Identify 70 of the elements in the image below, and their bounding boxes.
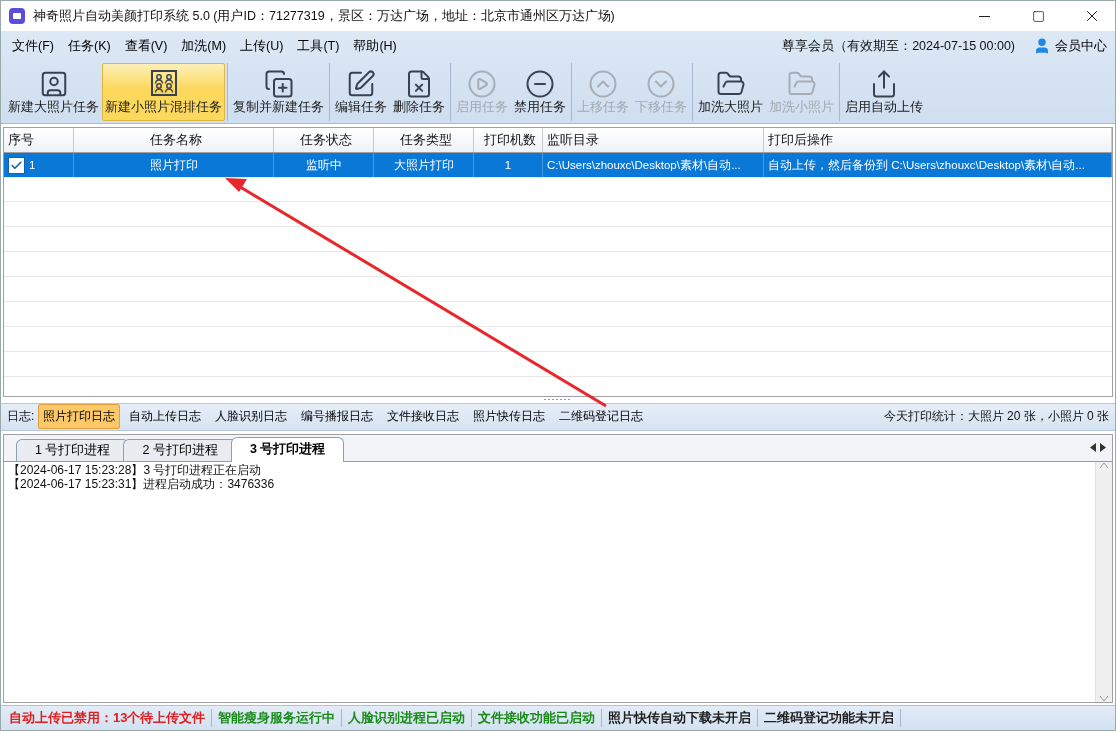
column-header[interactable]: 任务名称 xyxy=(74,128,274,152)
scroll-up-icon[interactable] xyxy=(1100,461,1108,468)
log-tab[interactable]: 自动上传日志 xyxy=(124,404,207,429)
vertical-scrollbar[interactable] xyxy=(1095,461,1112,702)
people-grid-icon xyxy=(149,69,178,97)
maximize-icon xyxy=(1031,9,1045,23)
chevron-down-icon xyxy=(646,69,676,99)
window-title: 神奇照片自动美颜打印系统 5.0 (用户ID：71277319，景区：万达广场，地址：北京市通州区万达广场) xyxy=(33,7,616,25)
table-cell-text: 照片打印 xyxy=(149,157,198,173)
log-tab[interactable]: 照片打印日志 xyxy=(38,404,121,429)
menu-item[interactable]: 文件(F) xyxy=(5,34,61,58)
log-tab[interactable]: 文件接收日志 xyxy=(382,404,465,429)
member-center-link[interactable]: 会员中心 xyxy=(1029,37,1111,55)
table-cell-text: 监听中 xyxy=(305,157,342,173)
toolbar-button[interactable]: 新建小照片混排任务 xyxy=(102,63,225,121)
scroll-right-icon[interactable] xyxy=(1100,443,1106,452)
column-header[interactable]: 监听目录 xyxy=(543,128,764,152)
app-logo-icon xyxy=(9,8,25,24)
column-header[interactable]: 打印机数 xyxy=(474,128,543,152)
log-tab[interactable]: 二维码登记日志 xyxy=(554,404,649,429)
toolbar-button[interactable]: 禁用任务 xyxy=(511,63,569,121)
toolbar-button[interactable]: 新建大照片任务 xyxy=(5,63,102,121)
column-header[interactable]: 任务类型 xyxy=(374,128,474,152)
chevron-up-icon xyxy=(588,69,618,99)
table-cell-text: 1 xyxy=(29,159,36,171)
log-line: 【2024-06-17 15:23:31】进程启动成功：3476336 xyxy=(8,476,276,491)
task-row[interactable]: 1 照片打印 监听中 大照片打印 1 C:\Users\zhouxc\Desktop\素材\自动... 自动上传，然后备份到 C:\Users\zhouxc\Desktop\素材\自动... xyxy=(4,153,1112,178)
scroll-down-icon[interactable] xyxy=(1100,696,1108,702)
process-tab[interactable]: 3 号打印进程 xyxy=(230,436,345,462)
toolbar-button[interactable]: 加洗大照片 xyxy=(695,63,766,121)
log-tab[interactable]: 照片快传日志 xyxy=(468,404,551,429)
play-icon xyxy=(467,69,497,99)
checkmark-icon xyxy=(10,158,23,172)
toolbar-button[interactable]: 复制并新建任务 xyxy=(230,63,327,121)
menu-item[interactable]: 加洗(M) xyxy=(174,34,234,58)
row-checkbox[interactable] xyxy=(8,156,25,174)
log-tab[interactable]: 人脸识别日志 xyxy=(210,404,293,429)
log-line: 【2024-06-17 15:23:28】3 号打印进程正在启动 xyxy=(8,462,263,477)
edit-icon xyxy=(346,69,376,99)
copy-plus-icon xyxy=(263,69,294,99)
log-tab[interactable]: 编号播报日志 xyxy=(296,404,379,429)
print-statistics: 今天打印统计：大照片 20 张，小照片 0 张 xyxy=(883,408,1109,425)
user-icon xyxy=(1033,37,1051,55)
menu-item[interactable]: 查看(V) xyxy=(117,34,175,58)
table-cell-text: 1 xyxy=(504,159,512,171)
toolbar-button[interactable]: 删除任务 xyxy=(390,63,448,121)
column-header[interactable]: 任务状态 xyxy=(274,128,374,152)
minimize-icon xyxy=(978,15,990,17)
log-label: 日志: xyxy=(7,408,35,425)
status-item: 二维码登记功能未开启 xyxy=(758,709,902,727)
table-cell-text: 大照片打印 xyxy=(393,157,454,173)
menu-item[interactable]: 上传(U) xyxy=(233,34,291,58)
table-cell-text: C:\Users\zhouxc\Desktop\素材\自动... xyxy=(547,157,741,173)
table-cell-text: 自动上传，然后备份到 C:\Users\zhouxc\Desktop\素材\自动... xyxy=(768,157,1085,173)
toolbar-button[interactable]: 编辑任务 xyxy=(332,63,390,121)
splitter-grip-icon[interactable] xyxy=(544,398,572,401)
status-item: 智能瘦身服务运行中 xyxy=(212,709,343,727)
column-header[interactable]: 序号 xyxy=(4,128,74,152)
minus-circle-icon xyxy=(525,69,555,99)
menu-item[interactable]: 帮助(H) xyxy=(346,34,404,58)
menu-item[interactable]: 工具(T) xyxy=(290,34,347,58)
status-item: 自动上传已禁用：13个待上传文件 xyxy=(3,709,213,727)
membership-text: 尊享会员（有效期至：2024-07-15 00:00) xyxy=(782,37,1015,55)
status-item: 文件接收功能已启动 xyxy=(472,709,603,727)
menu-item[interactable]: 任务(K) xyxy=(60,34,118,58)
toolbar-button[interactable]: 启用自动上传 xyxy=(842,63,926,121)
scroll-left-icon[interactable] xyxy=(1090,443,1096,452)
column-header[interactable]: 打印后操作 xyxy=(764,128,1112,152)
status-item: 照片快传自动下载未开启 xyxy=(602,709,759,727)
status-item: 人脸识别进程已启动 xyxy=(342,709,473,727)
